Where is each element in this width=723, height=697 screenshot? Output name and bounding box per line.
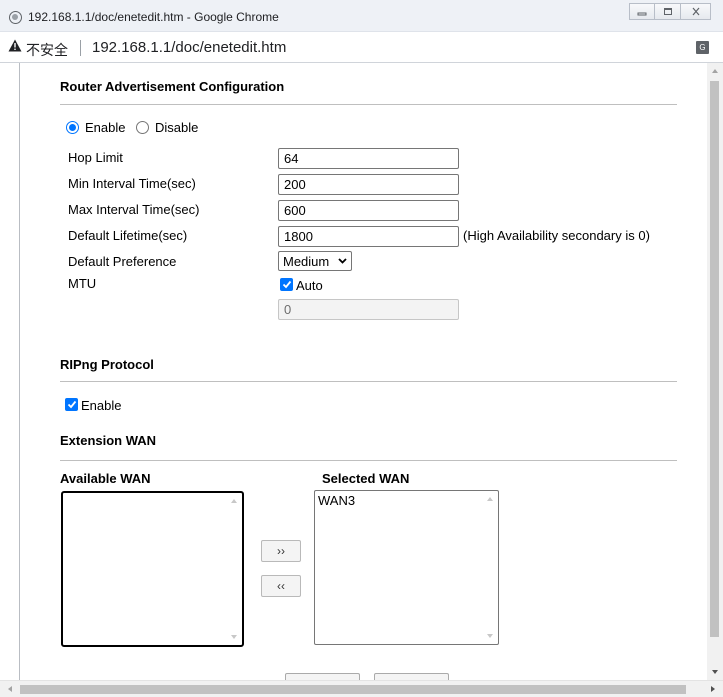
- mtu-input[interactable]: [278, 299, 459, 320]
- window-title: 192.168.1.1/doc/enetedit.htm - Google Ch…: [28, 10, 279, 24]
- warning-icon[interactable]: [8, 39, 22, 52]
- ripng-enable-checkbox[interactable]: [65, 398, 78, 411]
- horizontal-scrollbar[interactable]: [0, 680, 723, 697]
- selected-wan-scrollbar[interactable]: [484, 491, 498, 644]
- vertical-scroll-thumb[interactable]: [710, 81, 719, 637]
- close-icon: [692, 7, 699, 16]
- mtu-auto-label[interactable]: Auto: [296, 278, 323, 293]
- available-wan-listbox[interactable]: [61, 491, 244, 647]
- hop-limit-label: Hop Limit: [68, 150, 123, 165]
- mtu-label: MTU: [68, 276, 97, 291]
- cancel-button[interactable]: [374, 673, 449, 680]
- selected-wan-listbox[interactable]: WAN3: [314, 490, 499, 645]
- ra-divider: [60, 104, 677, 105]
- scroll-down-icon[interactable]: [487, 634, 493, 638]
- frame-left-margin: [0, 63, 20, 680]
- address-separator: [80, 40, 81, 56]
- close-button[interactable]: [681, 3, 711, 20]
- ra-disable-radio[interactable]: [136, 121, 149, 134]
- ripng-section-title: RIPng Protocol: [60, 357, 154, 372]
- default-lifetime-input[interactable]: [278, 226, 459, 247]
- mtu-auto-checkbox[interactable]: [280, 278, 293, 291]
- scroll-right-icon[interactable]: [711, 686, 715, 692]
- scroll-down-icon[interactable]: [231, 635, 237, 639]
- ok-button[interactable]: [285, 673, 360, 680]
- add-wan-button[interactable]: ››: [261, 540, 301, 562]
- ra-enable-radio[interactable]: [66, 121, 79, 134]
- min-interval-input[interactable]: [278, 174, 459, 195]
- ra-section-title: Router Advertisement Configuration: [60, 79, 285, 94]
- default-lifetime-label: Default Lifetime(sec): [68, 228, 188, 243]
- ra-disable-label[interactable]: Disable: [155, 120, 198, 135]
- extension-wan-divider: [60, 460, 677, 461]
- url-text[interactable]: 192.168.1.1/doc/enetedit.htm: [92, 39, 286, 56]
- security-label[interactable]: 不安全: [26, 40, 68, 60]
- checkmark-icon: [282, 280, 291, 289]
- scroll-up-icon[interactable]: [712, 69, 718, 73]
- page-content: Router Advertisement Configuration Enabl…: [21, 63, 707, 680]
- default-preference-label: Default Preference: [68, 254, 177, 269]
- vertical-scrollbar[interactable]: [707, 63, 723, 680]
- window-controls: [629, 3, 711, 20]
- remove-wan-button[interactable]: ‹‹: [261, 575, 301, 597]
- selected-wan-label: Selected WAN: [322, 471, 410, 486]
- scroll-left-icon[interactable]: [8, 686, 12, 692]
- maximize-icon: [663, 8, 672, 15]
- extension-wan-title: Extension WAN: [60, 433, 157, 448]
- default-preference-select[interactable]: Medium: [278, 251, 352, 271]
- window-titlebar: 192.168.1.1/doc/enetedit.htm - Google Ch…: [0, 0, 723, 32]
- hop-limit-input[interactable]: [278, 148, 459, 169]
- default-lifetime-note: (High Availability secondary is 0): [463, 228, 650, 243]
- scroll-up-icon[interactable]: [231, 499, 237, 503]
- available-wan-scrollbar[interactable]: [228, 493, 242, 645]
- default-preference-value: Medium: [283, 253, 330, 269]
- minimize-icon: [637, 12, 647, 15]
- ra-enable-label[interactable]: Enable: [85, 120, 125, 135]
- ripng-divider: [60, 381, 677, 382]
- scroll-up-icon[interactable]: [487, 497, 493, 501]
- translate-icon[interactable]: G: [696, 41, 709, 54]
- ripng-enable-label[interactable]: Enable: [81, 398, 121, 413]
- scroll-down-icon[interactable]: [712, 670, 718, 674]
- horizontal-scroll-thumb[interactable]: [20, 685, 686, 694]
- available-wan-label: Available WAN: [60, 471, 151, 486]
- chevron-down-icon: [338, 258, 347, 264]
- maximize-button[interactable]: [655, 3, 681, 20]
- selected-wan-item[interactable]: WAN3: [318, 493, 355, 508]
- minimize-button[interactable]: [629, 3, 655, 20]
- max-interval-input[interactable]: [278, 200, 459, 221]
- globe-icon: [9, 11, 22, 24]
- min-interval-label: Min Interval Time(sec): [68, 176, 196, 191]
- max-interval-label: Max Interval Time(sec): [68, 202, 200, 217]
- checkmark-icon: [67, 400, 76, 409]
